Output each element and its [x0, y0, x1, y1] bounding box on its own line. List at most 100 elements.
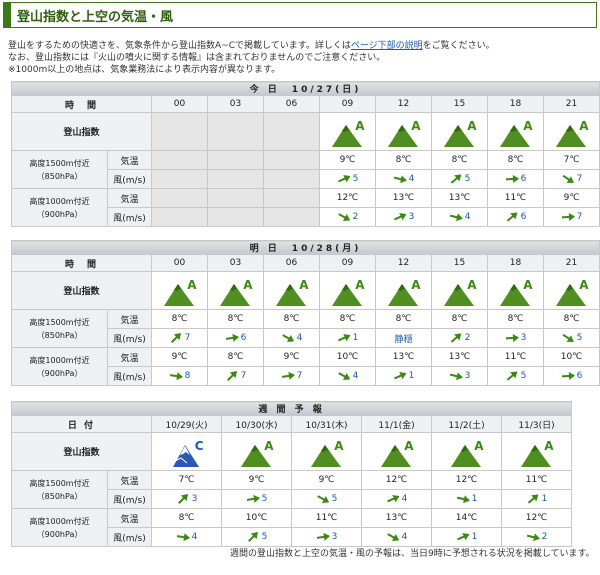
index-cell: A	[542, 112, 600, 151]
empty-cell	[207, 169, 264, 189]
table-header: 週 間 予 報	[10, 401, 573, 416]
col-header: 00	[151, 254, 208, 272]
altitude-label: 高度1000m付近 （900hPa）	[11, 347, 108, 386]
wind-label: 風(m/s)	[107, 207, 152, 227]
wind-speed: 3	[520, 333, 527, 344]
wind-speed: 4	[296, 333, 303, 344]
empty-cell	[151, 169, 208, 189]
wind-speed: 7	[296, 371, 303, 382]
temp-cell: 9℃	[291, 470, 362, 490]
wind-arrow-icon	[560, 370, 575, 381]
mountain-icon: A	[162, 276, 198, 306]
wind-arrow-icon	[503, 367, 520, 384]
wind-speed: 2	[541, 532, 548, 543]
index-cell: A	[487, 112, 544, 151]
intro-text: 登山をするための快適さを、気象条件から登山指数A~Cで掲載しています。詳しくはペ…	[8, 40, 596, 76]
wind-cell: 7	[263, 366, 320, 386]
wind-speed: 8	[184, 371, 191, 382]
wind-speed: 4	[464, 212, 471, 223]
index-cell: A	[542, 271, 600, 310]
wind-cell: 7	[542, 207, 600, 227]
altitude-label: 高度1500m付近 （850hPa）	[11, 309, 108, 348]
table-header: 明 日 10/28(月)	[10, 240, 600, 255]
page-title: 登山指数と上空の気温・風	[17, 9, 174, 25]
altitude-label: 高度1000m付近 （900hPa）	[11, 188, 108, 227]
temp-label: 気温	[107, 150, 152, 170]
wind-label: 風(m/s)	[107, 489, 152, 509]
wind-speed: 4	[352, 371, 359, 382]
wind-arrow-icon	[224, 332, 239, 344]
wind-label: 風(m/s)	[107, 328, 152, 348]
time-label: 時 間	[11, 254, 152, 272]
wind-speed: 4	[191, 532, 198, 543]
index-cell: A	[263, 271, 320, 310]
temp-cell: 13℃	[375, 188, 432, 208]
temp-cell: 8℃	[431, 150, 488, 170]
wind-arrow-icon	[447, 170, 464, 187]
altitude-label: 高度1500m付近 （850hPa）	[11, 150, 108, 189]
temp-label: 気温	[107, 309, 152, 329]
wind-arrow-icon	[448, 369, 464, 382]
empty-cell	[263, 207, 320, 227]
wind-cell: 4	[361, 527, 432, 547]
wind-speed: 4	[401, 532, 408, 543]
wind-speed: 3	[191, 494, 198, 505]
wind-cell: 8	[151, 366, 208, 386]
col-header: 11/1(金)	[361, 415, 432, 433]
wind-arrow-icon	[315, 531, 330, 543]
col-header: 06	[263, 95, 320, 113]
wind-cell: 3	[487, 328, 544, 348]
wind-cell: 5	[542, 328, 600, 348]
col-header: 06	[263, 254, 320, 272]
wind-speed: 1	[352, 333, 359, 344]
index-cell: A	[431, 432, 502, 471]
mountain-icon: A	[330, 276, 366, 306]
wind-cell: 7	[207, 366, 264, 386]
temp-cell: 10℃	[319, 347, 376, 367]
temp-cell: 9℃	[263, 347, 320, 367]
wind-cell: 3	[151, 489, 222, 509]
index-cell: A	[500, 432, 573, 471]
wind-arrow-icon	[504, 173, 519, 184]
explanation-link[interactable]: ページ下部の説明	[351, 41, 423, 51]
wind-arrow-icon	[335, 368, 352, 384]
wind-speed: 1	[408, 371, 415, 382]
wind-cell: 3	[375, 207, 432, 227]
wind-arrow-icon	[454, 529, 471, 544]
wind-arrow-icon	[175, 531, 190, 543]
wind-speed: 3	[464, 371, 471, 382]
wind-arrow-icon	[525, 530, 541, 543]
col-header: 15	[431, 254, 488, 272]
wind-arrow-icon	[174, 490, 191, 507]
col-header: 10/31(木)	[291, 415, 362, 433]
mountain-icon: C	[169, 437, 205, 467]
index-cell: A	[319, 112, 376, 151]
temp-cell: 12℃	[431, 470, 502, 490]
time-label: 時 間	[11, 95, 152, 113]
wind-cell: 5	[431, 169, 488, 189]
index-cell: A	[431, 112, 488, 151]
wind-cell: 4	[375, 169, 432, 189]
intro-line1: 登山をするための快適さを、気象条件から登山指数A~Cで掲載しています。詳しくは	[8, 41, 351, 51]
empty-cell	[263, 169, 320, 189]
mountain-icon: A	[330, 117, 366, 147]
index-label: 登山指数	[11, 271, 152, 310]
empty-cell	[263, 112, 320, 151]
wind-arrow-icon	[455, 492, 471, 505]
index-cell: A	[375, 112, 432, 151]
wind-speed: 1	[471, 532, 478, 543]
index-cell: A	[291, 432, 362, 471]
mountain-icon: A	[442, 276, 478, 306]
mountain-icon: A	[379, 437, 415, 467]
col-header: 18	[487, 254, 544, 272]
wind-speed: 2	[464, 333, 471, 344]
wind-arrow-icon	[392, 172, 408, 185]
wind-cell: 4	[431, 207, 488, 227]
index-cell: A	[487, 271, 544, 310]
temp-cell: 12℃	[361, 470, 432, 490]
calm-label: 静穏	[394, 334, 413, 345]
empty-cell	[151, 207, 208, 227]
wind-arrow-icon	[167, 329, 184, 346]
altitude-label: 高度1500m付近 （850hPa）	[11, 470, 108, 509]
wind-cell: 7	[151, 328, 208, 348]
